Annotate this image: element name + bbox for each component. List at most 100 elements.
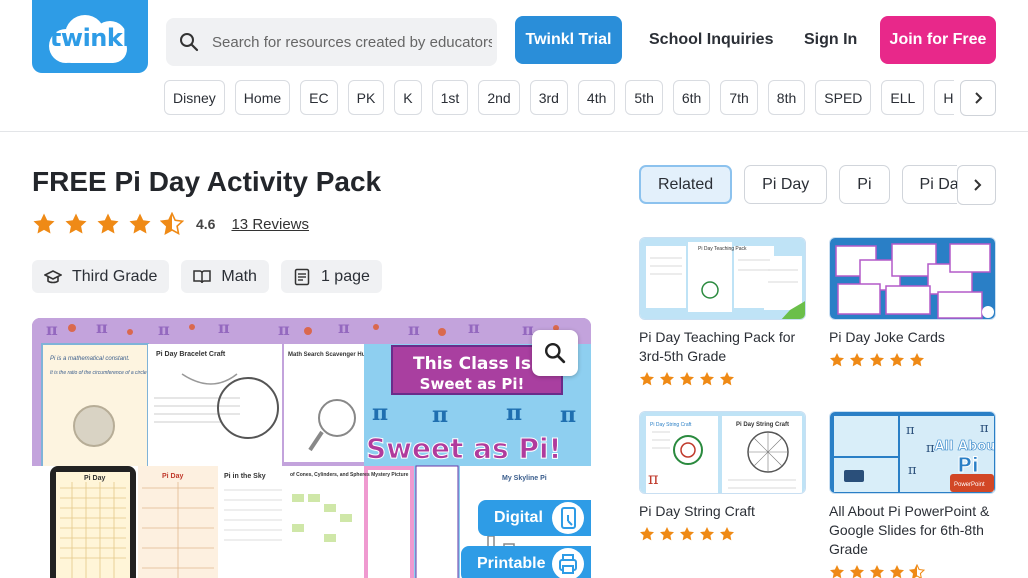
scavenger-title: Math Search Scavenger Hunt xyxy=(288,352,371,358)
star-icon xyxy=(65,213,87,234)
card-title[interactable]: Pi Day Teaching Pack for 3rd-5th Grade xyxy=(639,328,806,366)
pi-sky-title: Pi in the Sky xyxy=(224,473,266,480)
star-icon xyxy=(660,527,674,541)
header-divider xyxy=(0,131,1028,132)
class-is-text: This Class Is xyxy=(413,354,531,374)
card-rating-stars xyxy=(639,526,806,542)
grade-chip-3rd[interactable]: 3rd xyxy=(529,80,568,115)
reviews-link[interactable]: 13 Reviews xyxy=(231,216,309,233)
book-icon xyxy=(193,269,212,283)
twinkl-trial-button[interactable]: Twinkl Trial xyxy=(515,16,622,64)
star-icon xyxy=(97,213,119,234)
svg-text:π: π xyxy=(648,469,659,488)
svg-text:π: π xyxy=(218,318,230,337)
powerpoint-thumb-text: PowerPoint xyxy=(954,482,985,488)
grades-scroll-right-button[interactable] xyxy=(960,80,996,116)
school-inquiries-link[interactable]: School Inquiries xyxy=(649,31,773,49)
related-card[interactable]: Pi Day Joke Cards xyxy=(829,237,996,368)
grade-chip-8th[interactable]: 8th xyxy=(767,80,806,115)
star-icon xyxy=(700,372,714,386)
product-preview-image[interactable]: π π π π π π π π π Pi is a mathematical constant.… xyxy=(32,318,591,578)
related-card[interactable]: Pi Day String Craft Pi Day String Craft … xyxy=(639,411,806,542)
page-title: FREE Pi Day Activity Pack xyxy=(32,166,382,197)
star-icon xyxy=(129,213,151,234)
card-thumbnail[interactable] xyxy=(829,237,996,320)
grade-chip-disney[interactable]: Disney xyxy=(164,80,225,115)
grade-chip-7th[interactable]: 7th xyxy=(720,80,758,115)
svg-text:π: π xyxy=(506,400,522,426)
star-icon xyxy=(870,565,884,578)
digital-badge: Digital xyxy=(478,500,591,536)
grade-cap-icon xyxy=(44,269,62,283)
tab-pi-day-activities[interactable]: Pi Day Activities xyxy=(901,165,957,204)
star-icon xyxy=(33,213,55,234)
svg-text:π: π xyxy=(468,318,480,337)
card-thumbnail[interactable]: Pi Day String Craft Pi Day String Craft … xyxy=(639,411,806,494)
svg-text:π: π xyxy=(906,423,915,438)
joke-cards-thumbnail xyxy=(830,238,995,319)
star-icon xyxy=(830,565,844,578)
related-card[interactable]: Pi Day Teaching Pack Pi Day Teaching Pac… xyxy=(639,237,806,387)
card-thumbnail[interactable]: Pi Day Teaching Pack xyxy=(639,237,806,320)
preview-collage: π π π π π π π π π Pi is a mathematical constant.… xyxy=(32,318,591,578)
svg-text:π: π xyxy=(432,402,448,428)
grade-chip-k[interactable]: K xyxy=(394,80,422,115)
related-card[interactable]: ππππ All About Pi PowerPoint All About P… xyxy=(829,411,996,578)
tag-subject-label: Math xyxy=(221,267,257,285)
grade-chip-home[interactable]: Home xyxy=(234,80,291,115)
search-bar[interactable] xyxy=(166,18,497,66)
grade-chip-5th[interactable]: 5th xyxy=(625,80,663,115)
half-star-icon xyxy=(160,212,184,236)
grade-chip-sped[interactable]: SPED xyxy=(815,80,872,115)
grade-chip-homeschool[interactable]: Homeschool xyxy=(934,80,954,115)
related-tabs-scroll-right-button[interactable] xyxy=(957,165,996,205)
card-rating-stars xyxy=(639,371,806,387)
grade-chip-2nd[interactable]: 2nd xyxy=(478,80,520,115)
tab-related[interactable]: Related xyxy=(639,165,733,204)
pi-day-table-title: Pi Day xyxy=(162,473,184,480)
card-rating-stars xyxy=(829,564,996,578)
join-for-free-button[interactable]: Join for Free xyxy=(880,16,996,64)
grade-chip-pk[interactable]: PK xyxy=(347,80,385,115)
grade-chip-ec[interactable]: EC xyxy=(300,80,338,115)
card-thumbnail[interactable]: ππππ All About Pi PowerPoint xyxy=(829,411,996,494)
tag-grade[interactable]: Third Grade xyxy=(32,260,170,293)
card-title[interactable]: All About Pi PowerPoint & Google Slides … xyxy=(829,502,996,559)
card-title[interactable]: Pi Day String Craft xyxy=(639,502,806,521)
svg-text:π: π xyxy=(980,421,989,436)
teaching-pack-thumbnail: Pi Day Teaching Pack xyxy=(640,238,805,319)
grade-chip-1st[interactable]: 1st xyxy=(431,80,469,115)
star-icon xyxy=(870,353,884,367)
svg-text:π: π xyxy=(46,320,58,339)
star-icon xyxy=(640,527,654,541)
search-input[interactable] xyxy=(212,33,492,51)
grade-chip-6th[interactable]: 6th xyxy=(672,80,711,115)
grade-chip-ell[interactable]: ELL xyxy=(881,80,925,115)
tag-subject[interactable]: Math xyxy=(181,260,269,293)
twinkl-logo[interactable]: twinkl xyxy=(32,0,148,73)
star-icon xyxy=(700,527,714,541)
star-icon xyxy=(680,527,694,541)
svg-text:π: π xyxy=(338,318,350,337)
tab-pi-day[interactable]: Pi Day xyxy=(744,165,828,204)
page-icon xyxy=(294,268,310,285)
zoom-preview-button[interactable] xyxy=(532,330,578,376)
svg-text:π: π xyxy=(372,400,388,426)
teaching-pack-thumb-text: Pi Day Teaching Pack xyxy=(698,246,747,252)
tab-pi[interactable]: Pi xyxy=(839,165,890,204)
cones-title: of Cones, Cylinders, and Spheres Mystery… xyxy=(290,472,409,478)
tag-pages[interactable]: 1 page xyxy=(280,260,382,293)
svg-text:π: π xyxy=(96,318,108,337)
pi-day-sheet-title: Pi Day xyxy=(84,475,106,482)
pi-fact-title: Pi is a mathematical constant. xyxy=(50,356,130,362)
grade-chip-4th[interactable]: 4th xyxy=(577,80,616,115)
all-about-pi-thumbnail: ππππ All About Pi PowerPoint xyxy=(830,412,995,493)
card-title[interactable]: Pi Day Joke Cards xyxy=(829,328,996,347)
sign-in-link[interactable]: Sign In xyxy=(804,31,857,49)
star-icon xyxy=(680,372,694,386)
bracelet-title: Pi Day Bracelet Craft xyxy=(156,351,226,358)
search-icon[interactable] xyxy=(166,32,212,52)
tag-pages-label: 1 page xyxy=(320,267,370,285)
svg-text:π: π xyxy=(158,320,170,339)
skyline-title: My Skyline Pi xyxy=(502,475,547,482)
